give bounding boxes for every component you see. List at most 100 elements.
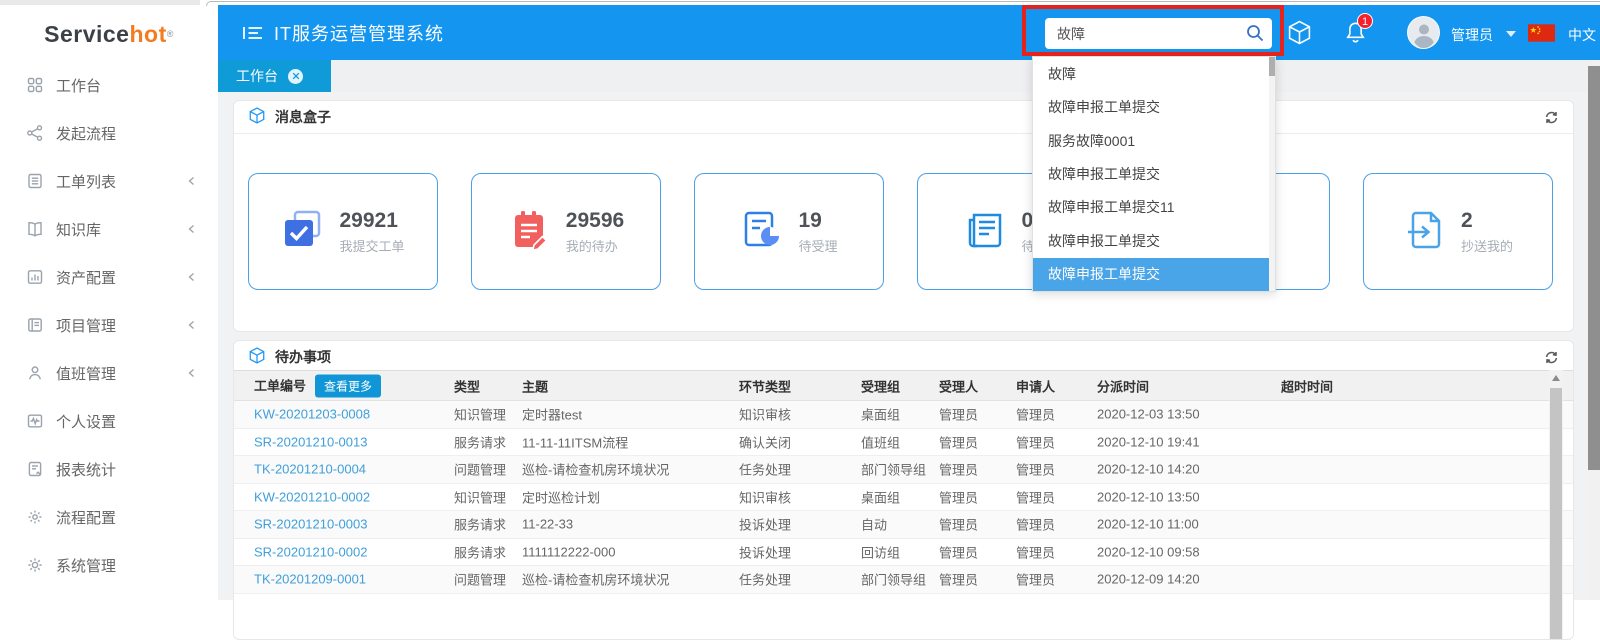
stat-value: 29921	[339, 209, 404, 233]
cell-group: 回访组	[861, 542, 900, 561]
sidebar-item-ticket-list[interactable]: 工单列表	[0, 157, 218, 205]
suggestion-item[interactable]: 故障申报工单提交11	[1033, 191, 1275, 224]
tab-close-icon[interactable]	[288, 69, 303, 84]
stat-card-my-todo[interactable]: 29596我的待办	[471, 173, 661, 290]
table-scrollbar[interactable]	[1549, 370, 1563, 639]
language-switch[interactable]: 中文	[1568, 25, 1596, 45]
refresh-icon[interactable]	[1544, 350, 1559, 368]
china-flag-icon[interactable]	[1528, 24, 1555, 45]
tab-label: 工作台	[236, 66, 278, 86]
avatar[interactable]	[1407, 16, 1440, 49]
cell-dispatch-time: 2020-12-10 11:00	[1097, 517, 1199, 532]
stat-card-cc-me[interactable]: 2抄送我的	[1363, 173, 1553, 290]
panel-title: 待办事项	[275, 347, 331, 367]
search-suggestion-dropdown: 故障 故障申报工单提交 服务故障0001 故障申报工单提交 故障申报工单提交11…	[1032, 56, 1276, 292]
ticket-link[interactable]: SR-20201210-0002	[254, 544, 367, 559]
search-icon[interactable]	[1245, 23, 1265, 46]
page-scrollbar-thumb[interactable]	[1588, 66, 1600, 470]
ticket-link[interactable]: SR-20201210-0013	[254, 434, 367, 449]
flow-icon	[26, 124, 44, 142]
brand-logo[interactable]: Servicehot®	[0, 5, 218, 63]
suggestion-item[interactable]: 故障申报工单提交	[1033, 157, 1275, 190]
page-scrollbar[interactable]	[1588, 60, 1600, 600]
cell-group: 值班组	[861, 432, 900, 451]
col-header: 受理人	[939, 376, 978, 395]
sidebar-item-asset-config[interactable]: 资产配置	[0, 253, 218, 301]
suggestion-item[interactable]: 故障申报工单提交	[1033, 224, 1275, 257]
sidebar-collapse-icon[interactable]	[242, 24, 264, 45]
scroll-up-arrow-icon[interactable]	[1549, 370, 1563, 385]
cell-handler: 管理员	[939, 487, 978, 506]
cell-type: 问题管理	[454, 460, 506, 479]
apps-cube-icon[interactable]	[1288, 20, 1311, 48]
chart-icon	[26, 268, 44, 286]
cell-group: 部门领导组	[861, 570, 926, 589]
sidebar-item-label: 值班管理	[56, 363, 116, 384]
cell-handler: 管理员	[939, 432, 978, 451]
sidebar-item-report-stats[interactable]: 报表统计	[0, 445, 218, 493]
search-input[interactable]	[1045, 18, 1235, 49]
table-row: SR-20201210-0002 服务请求 1111112222-000 投诉处…	[234, 539, 1573, 567]
suggestion-item-selected[interactable]: 故障申报工单提交	[1033, 258, 1275, 291]
refresh-icon[interactable]	[1544, 110, 1559, 128]
sidebar-menu: 工作台 发起流程 工单列表 知识库 资产配置 项目管理	[0, 61, 218, 589]
cell-type: 服务请求	[454, 515, 506, 534]
sidebar-item-personal-settings[interactable]: 个人设置	[0, 397, 218, 445]
chevron-down-icon	[1506, 31, 1516, 37]
ticket-link[interactable]: TK-20201210-0004	[254, 462, 366, 477]
suggestion-item[interactable]: 服务故障0001	[1033, 124, 1275, 157]
cell-type: 问题管理	[454, 570, 506, 589]
cell-group: 桌面组	[861, 487, 900, 506]
cell-handler: 管理员	[939, 542, 978, 561]
dropdown-scrollbar-thumb[interactable]	[1269, 57, 1275, 76]
cell-applicant: 管理员	[1016, 405, 1055, 424]
suggestion-item[interactable]: 故障申报工单提交	[1033, 90, 1275, 123]
stat-label: 我的待办	[566, 236, 624, 255]
cube-icon	[249, 107, 265, 127]
brand-part1: Service	[44, 21, 129, 48]
cell-dispatch-time: 2020-12-09 14:20	[1097, 572, 1200, 587]
table-row: SR-20201210-0013 服务请求 11-11-11ITSM流程 确认关…	[234, 429, 1573, 457]
brand-part2: hot	[129, 21, 166, 48]
ticket-link[interactable]: KW-20201203-0008	[254, 407, 370, 422]
cell-applicant: 管理员	[1016, 432, 1055, 451]
table-row: KW-20201203-0008 知识管理 定时器test 知识审核 桌面组 管…	[234, 401, 1573, 429]
sidebar-item-duty-mgmt[interactable]: 值班管理	[0, 349, 218, 397]
table-scrollbar-thumb[interactable]	[1550, 388, 1562, 639]
sidebar-item-system-mgmt[interactable]: 系统管理	[0, 541, 218, 589]
cell-subject: 1111112222-000	[522, 544, 616, 559]
view-more-button[interactable]: 查看更多	[315, 374, 381, 397]
sidebar-item-label: 知识库	[56, 219, 101, 240]
chevron-left-icon	[186, 318, 198, 335]
sidebar-item-knowledge-base[interactable]: 知识库	[0, 205, 218, 253]
stat-label: 待受理	[798, 236, 837, 255]
dropdown-scrollbar[interactable]	[1269, 57, 1275, 291]
grid-icon	[26, 76, 44, 94]
sidebar-item-label: 发起流程	[56, 123, 116, 144]
tab-strip: 工作台	[218, 60, 1600, 92]
cell-type: 知识管理	[454, 405, 506, 424]
notification-bell-icon[interactable]: 1	[1345, 21, 1366, 47]
col-header: 受理组	[861, 376, 900, 395]
stat-card-submitted[interactable]: 29921 我提交工单	[248, 173, 438, 290]
current-user-name[interactable]: 管理员	[1451, 25, 1493, 45]
ticket-link[interactable]: KW-20201210-0002	[254, 489, 370, 504]
ticket-link[interactable]: SR-20201210-0003	[254, 517, 367, 532]
project-icon	[26, 316, 44, 334]
chevron-left-icon	[186, 222, 198, 239]
stat-card-pending-accept[interactable]: 19待受理	[694, 173, 884, 290]
cell-dispatch-time: 2020-12-10 13:50	[1097, 489, 1200, 504]
workflow-gear-icon	[26, 508, 44, 526]
sidebar-item-workbench[interactable]: 工作台	[0, 61, 218, 109]
col-header: 超时时间	[1281, 376, 1333, 395]
sidebar-item-label: 项目管理	[56, 315, 116, 336]
tab-workbench[interactable]: 工作台	[218, 60, 331, 92]
cell-type: 服务请求	[454, 542, 506, 561]
suggestion-item[interactable]: 故障	[1033, 57, 1275, 90]
sidebar-item-workflow-config[interactable]: 流程配置	[0, 493, 218, 541]
sidebar-item-project-mgmt[interactable]: 项目管理	[0, 301, 218, 349]
sidebar-item-start-process[interactable]: 发起流程	[0, 109, 218, 157]
ticket-link[interactable]: TK-20201209-0001	[254, 572, 366, 587]
cell-dispatch-time: 2020-12-10 09:58	[1097, 544, 1200, 559]
stat-label: 我提交工单	[339, 236, 404, 255]
